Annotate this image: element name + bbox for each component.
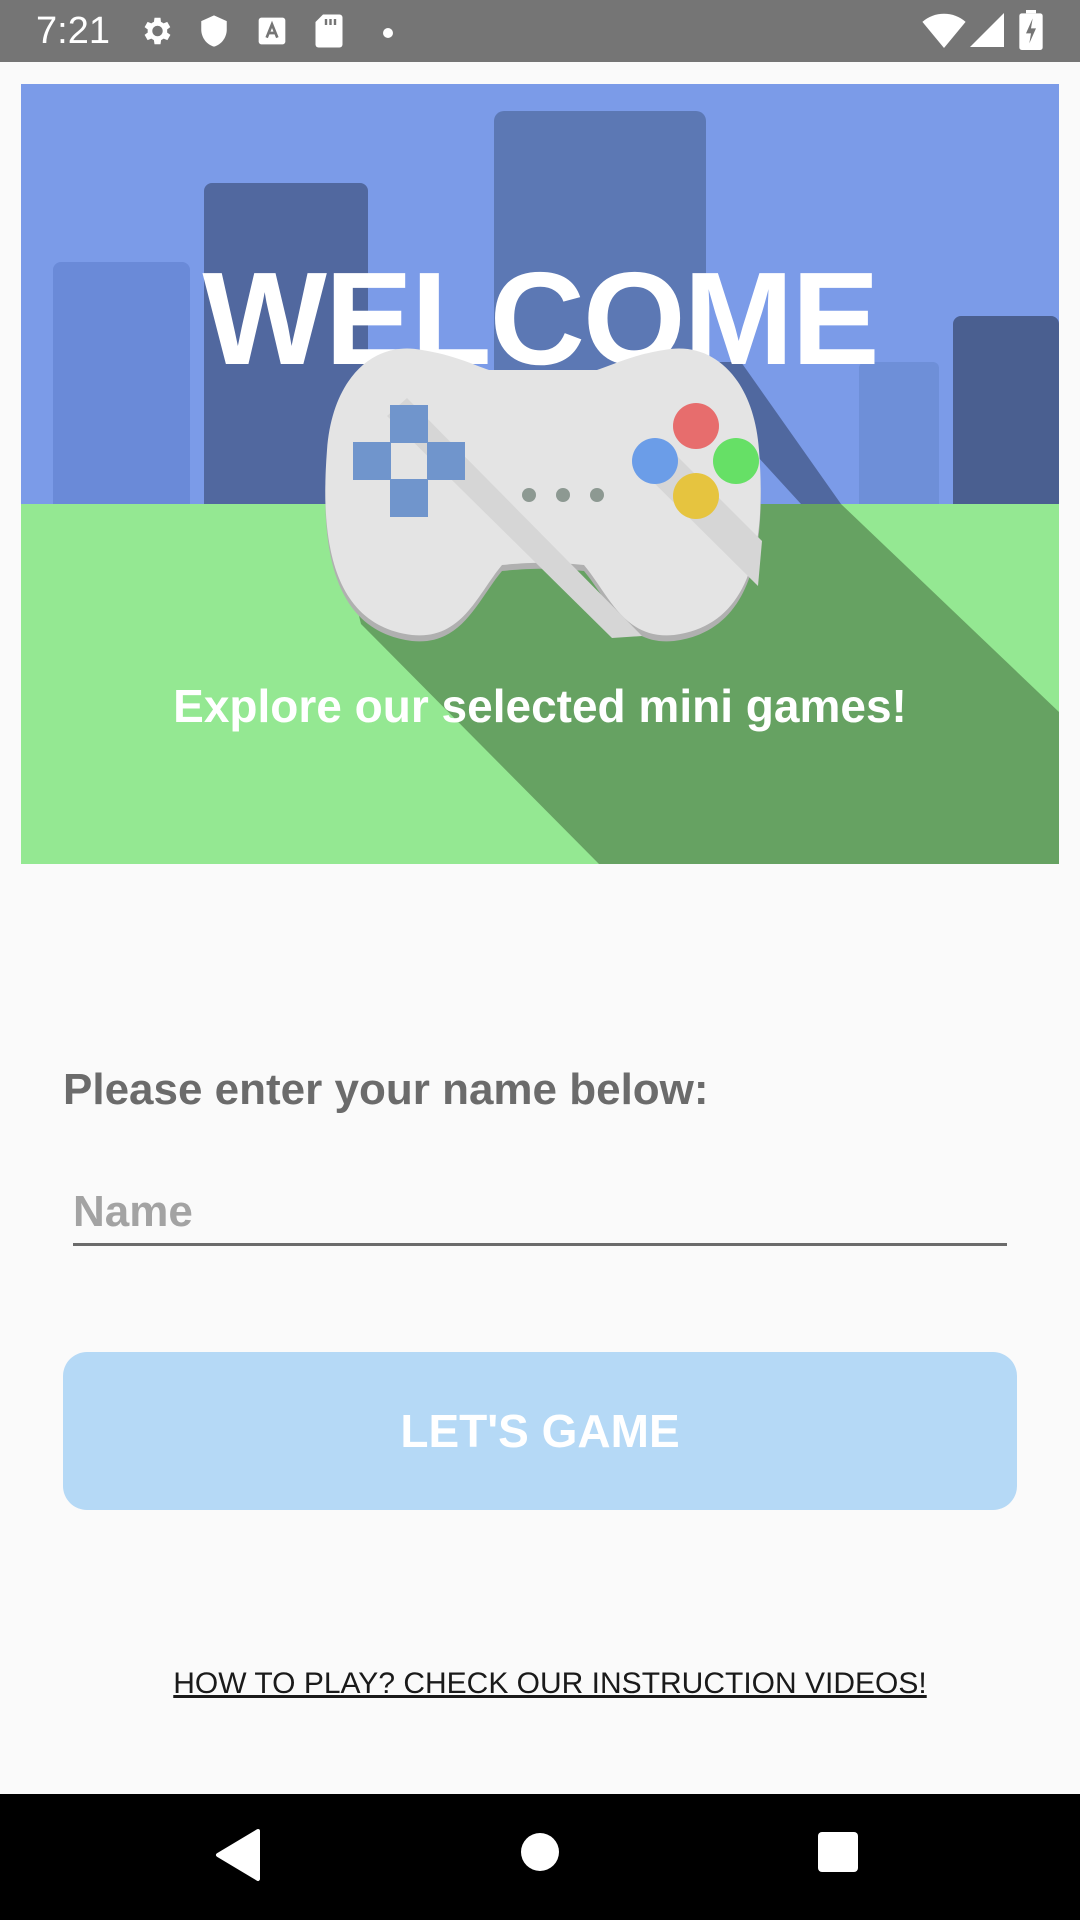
dot-icon	[382, 24, 394, 43]
home-icon[interactable]	[518, 1830, 562, 1878]
banner-tagline: Explore our selected mini games!	[173, 680, 907, 732]
lets-game-button[interactable]: LET'S GAME	[63, 1352, 1017, 1510]
status-time: 7:21	[36, 10, 110, 52]
back-icon[interactable]	[214, 1827, 262, 1887]
how-to-play-link[interactable]: HOW TO PLAY? CHECK OUR INSTRUCTION VIDEO…	[0, 1662, 1080, 1706]
name-input[interactable]	[73, 1180, 1007, 1246]
sd-card-icon	[314, 13, 344, 53]
recents-icon[interactable]	[816, 1830, 860, 1878]
cell-signal-icon	[970, 12, 1004, 52]
navigation-bar	[0, 1794, 1080, 1920]
welcome-banner: WELCOME Explore our selected mini games!	[21, 84, 1059, 864]
battery-charging-icon	[1018, 10, 1044, 54]
gamepad-icon	[312, 346, 774, 650]
gear-icon	[138, 13, 174, 53]
shield-icon	[197, 13, 231, 53]
name-prompt: Please enter your name below:	[63, 1065, 709, 1114]
wifi-icon	[922, 12, 966, 52]
status-bar: 7:21	[0, 0, 1080, 62]
font-a-icon	[256, 13, 288, 53]
